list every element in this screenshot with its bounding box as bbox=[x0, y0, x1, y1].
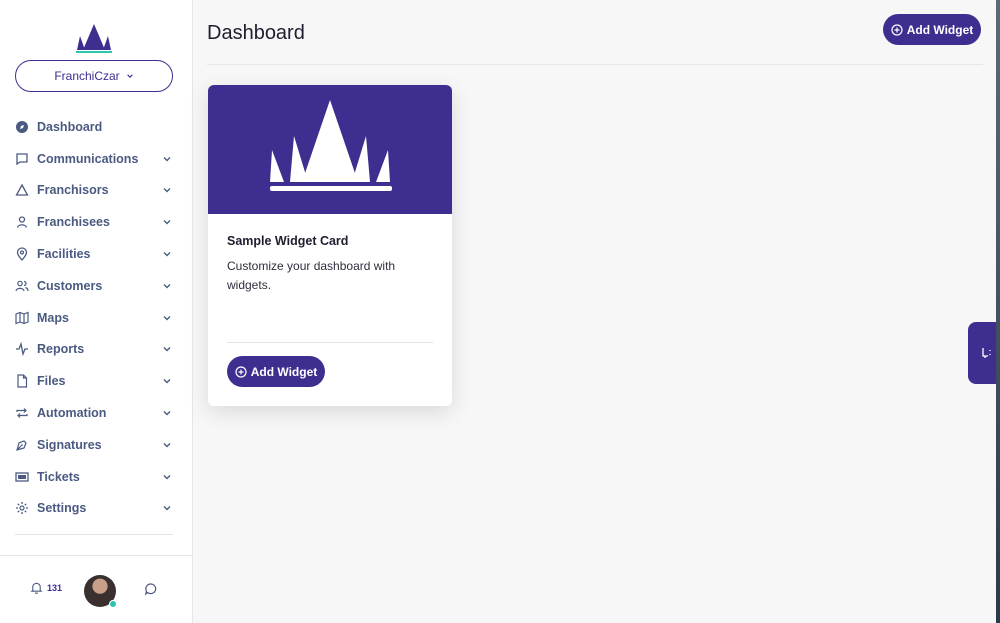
chevron-down-icon bbox=[163, 347, 171, 352]
chevron-down-icon bbox=[163, 156, 171, 162]
organization-name: FranchiCzar bbox=[54, 69, 120, 83]
chevron-down-icon bbox=[163, 252, 171, 257]
add-widget-label: Add Widget bbox=[250, 364, 318, 379]
card-title: Sample Widget Card bbox=[227, 234, 349, 248]
sidebar-item-automation[interactable]: Automation bbox=[0, 397, 193, 429]
sidebar-item-facilities[interactable]: Facilities bbox=[0, 238, 193, 270]
add-widget-label: Add Widget bbox=[906, 22, 974, 37]
notifications-count: 131 bbox=[47, 582, 63, 593]
sidebar-item-dashboard[interactable]: Dashboard bbox=[0, 111, 193, 143]
repeat-icon bbox=[16, 408, 28, 418]
sidebar-item-label: Maps bbox=[37, 310, 69, 325]
chevron-down-icon bbox=[163, 283, 171, 289]
activity-icon bbox=[16, 342, 28, 357]
sidebar-item-label: Franchisees bbox=[37, 215, 110, 230]
chevron-down-icon bbox=[163, 411, 171, 416]
plus-circle-icon bbox=[891, 23, 903, 36]
organization-selector[interactable]: FranchiCzar bbox=[15, 60, 173, 92]
message-icon bbox=[16, 153, 28, 165]
sidebar-divider bbox=[15, 534, 173, 535]
users-icon bbox=[15, 280, 29, 292]
avatar[interactable] bbox=[84, 575, 117, 608]
sidebar-item-files[interactable]: Files bbox=[0, 365, 193, 397]
sidebar-item-label: Automation bbox=[37, 406, 107, 421]
widget-card: Sample Widget Card Customize your dashbo… bbox=[208, 85, 452, 406]
window-edge bbox=[996, 0, 1000, 623]
file-icon bbox=[17, 374, 28, 388]
sidebar-item-signatures[interactable]: Signatures bbox=[0, 429, 193, 461]
sidebar-item-reports[interactable]: Reports bbox=[0, 334, 193, 366]
triangle-icon bbox=[15, 184, 29, 197]
map-icon bbox=[15, 311, 29, 325]
chevron-down-icon bbox=[163, 379, 171, 384]
sidebar-item-customers[interactable]: Customers bbox=[0, 270, 193, 302]
gear-icon bbox=[16, 502, 28, 515]
crown-logo bbox=[76, 24, 112, 53]
chevron-down-icon bbox=[163, 315, 171, 321]
online-status-indicator bbox=[109, 600, 117, 608]
page-title: Dashboard bbox=[207, 22, 305, 44]
chat-icon[interactable] bbox=[144, 582, 158, 596]
sidebar-item-maps[interactable]: Maps bbox=[0, 302, 193, 334]
plus-circle-icon bbox=[235, 365, 247, 378]
add-widget-button[interactable]: Add Widget bbox=[883, 14, 981, 45]
crown-logo bbox=[270, 100, 392, 191]
sidebar-item-label: Facilities bbox=[37, 247, 91, 262]
compass-icon bbox=[16, 120, 28, 133]
chevron-down-icon bbox=[163, 506, 171, 511]
card-description: Customize your dashboard with widgets. bbox=[227, 259, 396, 292]
chevron-down-icon bbox=[163, 188, 171, 193]
card-hero bbox=[208, 85, 452, 214]
sidebar-item-label: Franchisors bbox=[37, 183, 109, 198]
chevron-down-icon bbox=[126, 74, 133, 78]
main-content: Dashboard Add Widget Sample Widget Card … bbox=[193, 0, 996, 623]
chevron-down-icon bbox=[163, 474, 171, 480]
sidebar-item-tickets[interactable]: Tickets bbox=[0, 461, 193, 493]
sidebar-item-label: Communications bbox=[37, 151, 139, 166]
sidebar-item-label: Tickets bbox=[37, 469, 80, 484]
header-divider bbox=[207, 64, 983, 65]
sidebar: FranchiCzar Dashboard Communications Fra… bbox=[0, 0, 193, 623]
side-tab-icon bbox=[982, 348, 991, 358]
user-icon bbox=[16, 216, 28, 229]
chevron-down-icon bbox=[163, 442, 171, 448]
sidebar-item-communications[interactable]: Communications bbox=[0, 143, 193, 175]
sidebar-nav: Dashboard Communications Franchisors Fra… bbox=[0, 111, 193, 524]
ticket-icon bbox=[15, 472, 29, 482]
bell-icon bbox=[30, 582, 43, 594]
sidebar-item-label: Dashboard bbox=[37, 119, 103, 134]
pen-tool-icon bbox=[16, 440, 27, 451]
sidebar-item-label: Signatures bbox=[37, 437, 102, 452]
sidebar-footer: 131 bbox=[0, 555, 193, 623]
sidebar-item-label: Customers bbox=[37, 278, 103, 293]
notifications-button[interactable]: 131 bbox=[30, 581, 62, 594]
sidebar-item-franchisors[interactable]: Franchisors bbox=[0, 175, 193, 207]
chevron-down-icon bbox=[163, 220, 171, 225]
map-pin-icon bbox=[16, 247, 28, 262]
card-divider bbox=[227, 342, 433, 343]
sidebar-item-franchisees[interactable]: Franchisees bbox=[0, 206, 193, 238]
sidebar-item-label: Reports bbox=[37, 342, 85, 357]
sidebar-item-label: Settings bbox=[37, 501, 87, 516]
sidebar-item-label: Files bbox=[37, 374, 66, 389]
sidebar-item-settings[interactable]: Settings bbox=[0, 493, 193, 525]
card-add-widget-button[interactable]: Add Widget bbox=[227, 356, 325, 387]
